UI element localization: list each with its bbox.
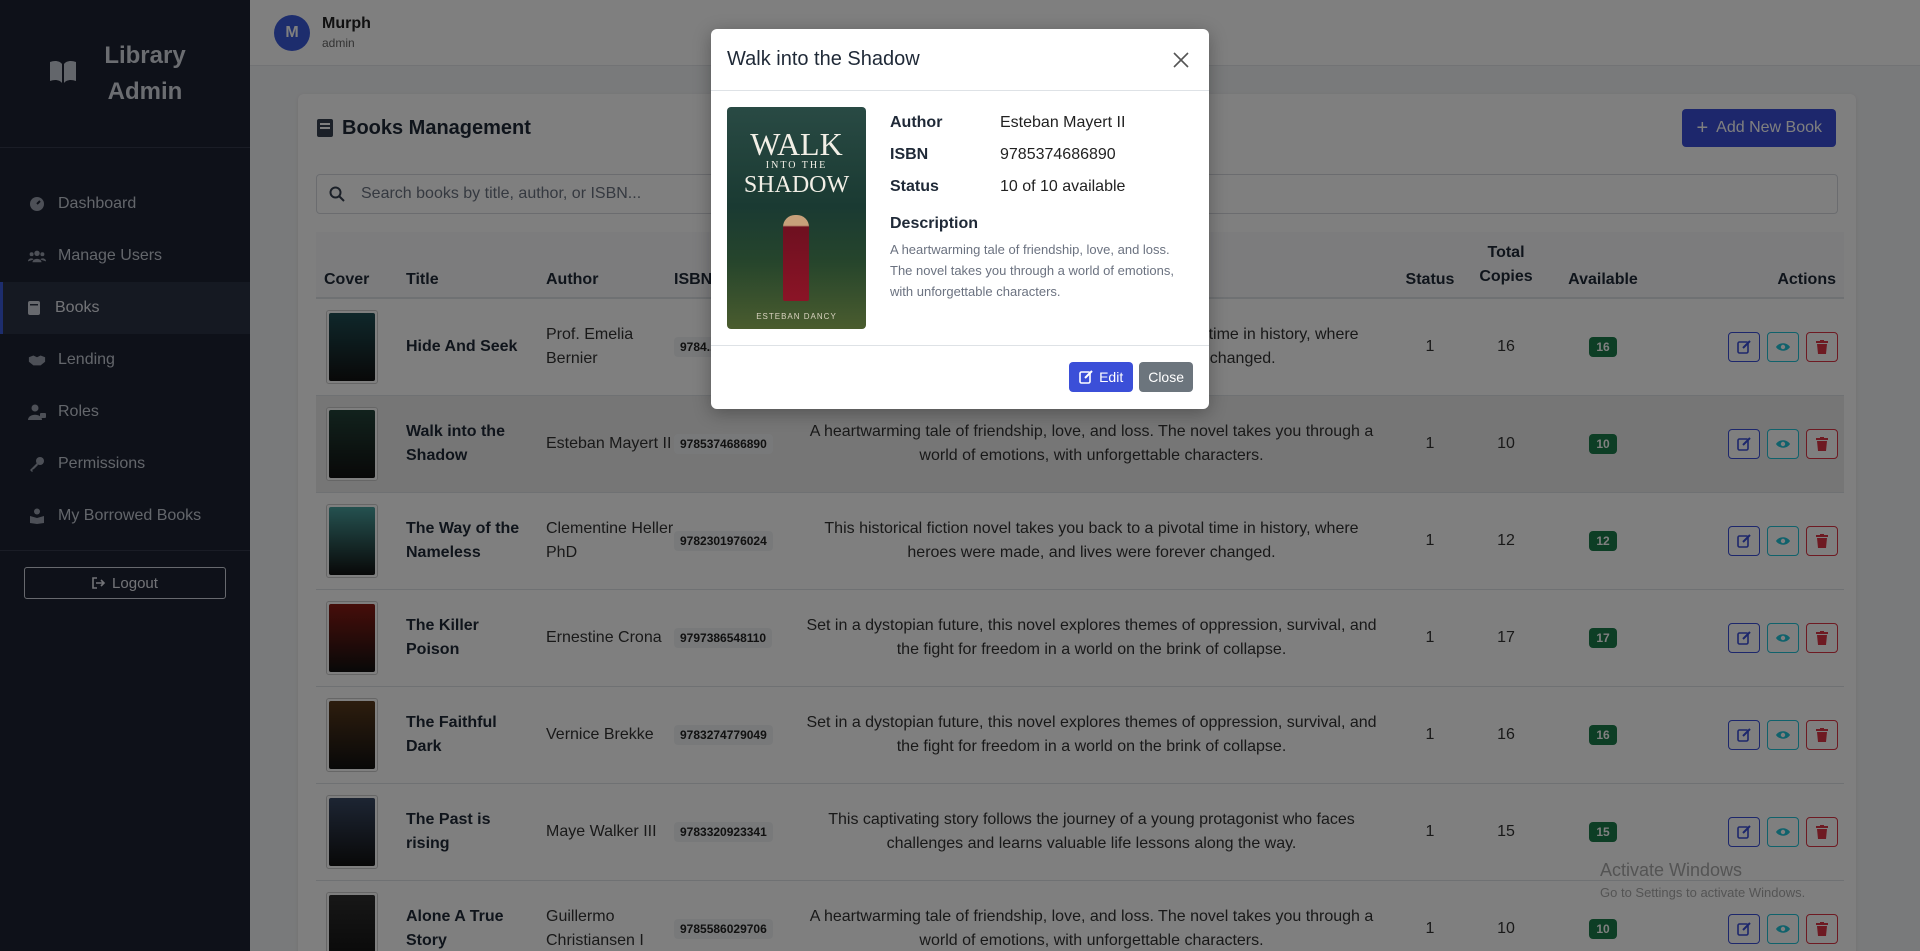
description-heading: Description [890,215,979,232]
edit-button[interactable]: Edit [1069,362,1134,392]
isbn-label: ISBN [890,146,929,163]
cover-title-line3: SHADOW [743,172,850,198]
cover-author: ESTEBAN DANCY [756,312,837,321]
author-value: Esteban Mayert II [1000,114,1126,131]
cover-art-title: WALK INTO THE SHADOW [727,126,866,198]
status-row: Status 10 of 10 available [890,171,1193,203]
isbn-row: ISBN 9785374686890 [890,139,1193,171]
modal-title: Walk into the Shadow [727,48,920,70]
book-details-modal: Walk into the Shadow WALK INTO THE SHADO… [711,29,1209,409]
author-label: Author [890,114,943,131]
isbn-value: 9785374686890 [1000,146,1116,163]
description-text: A heartwarming tale of friendship, love,… [890,242,1174,299]
close-button[interactable]: Close [1139,362,1193,392]
status-label: Status [890,178,939,195]
edit-label: Edit [1099,369,1124,385]
cover-title-line1: WALK [750,126,843,162]
modal-footer: Edit Close [711,346,1209,408]
author-row: Author Esteban Mayert II [890,107,1193,139]
close-icon[interactable] [1169,48,1193,72]
cover-figure [783,215,809,301]
cover-title-line2: INTO THE [765,160,828,171]
edit-icon [1079,370,1093,384]
modal-header: Walk into the Shadow [711,29,1209,91]
book-cover-image: WALK INTO THE SHADOW ESTEBAN DANCY [727,107,866,329]
modal-body: WALK INTO THE SHADOW ESTEBAN DANCY Autho… [711,91,1209,346]
status-value: 10 of 10 available [1000,178,1126,195]
book-info: Author Esteban Mayert II ISBN 9785374686… [890,107,1193,329]
